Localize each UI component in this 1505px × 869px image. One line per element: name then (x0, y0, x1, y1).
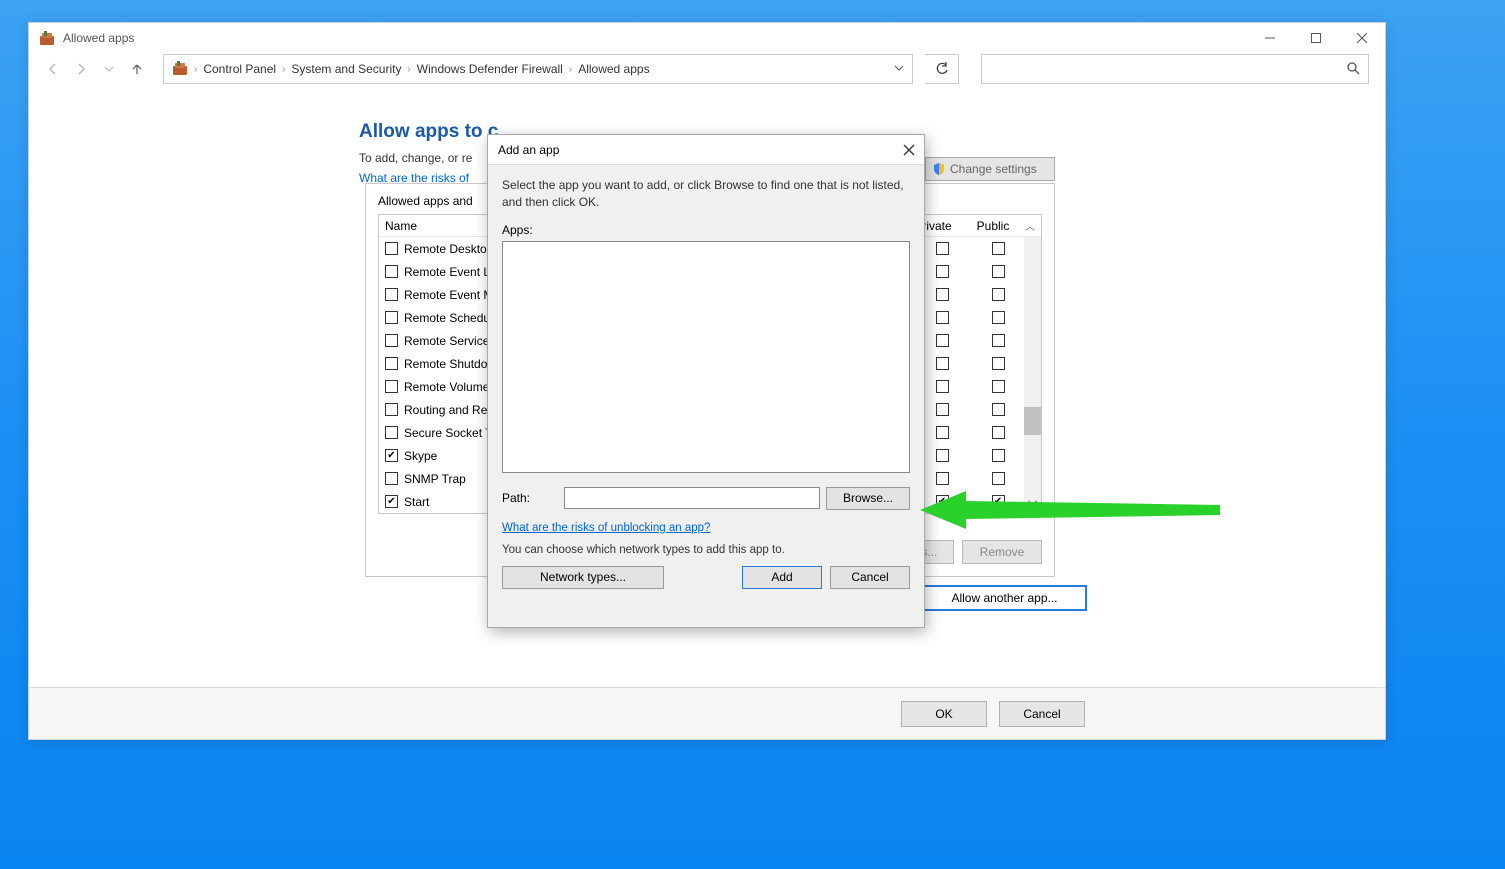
dialog-body: Select the app you want to add, or click… (488, 165, 924, 601)
dialog-cancel-button[interactable]: Cancel (830, 566, 910, 589)
row-checkbox[interactable] (385, 449, 398, 462)
column-public[interactable]: Public (965, 219, 1021, 233)
row-checkbox[interactable] (385, 380, 398, 393)
scroll-down-icon[interactable]: ﹀ (1024, 496, 1041, 513)
public-checkbox[interactable] (992, 449, 1005, 462)
private-checkbox[interactable] (936, 357, 949, 370)
dialog-button-row: Network types... Add Cancel (502, 566, 910, 589)
scroll-up-icon[interactable]: ︿ (1021, 218, 1039, 233)
scrollbar[interactable]: ﹀ (1024, 237, 1041, 513)
row-checkbox[interactable] (385, 495, 398, 508)
maximize-button[interactable] (1293, 23, 1339, 53)
private-checkbox[interactable] (936, 380, 949, 393)
private-checkbox[interactable] (936, 334, 949, 347)
forward-button[interactable] (73, 61, 89, 77)
breadcrumb-item[interactable]: Windows Defender Firewall (417, 62, 563, 76)
change-settings-label: Change settings (950, 162, 1037, 176)
chevron-right-icon: › (569, 64, 572, 75)
app-icon (39, 30, 55, 46)
shield-icon (932, 162, 946, 176)
ok-button[interactable]: OK (901, 701, 987, 727)
recent-dropdown[interactable] (101, 61, 117, 77)
minimize-button[interactable] (1247, 23, 1293, 53)
window-controls (1247, 23, 1385, 53)
apps-listbox[interactable] (502, 241, 910, 473)
private-checkbox[interactable] (936, 449, 949, 462)
network-types-button[interactable]: Network types... (502, 566, 664, 589)
private-checkbox[interactable] (936, 426, 949, 439)
address-dropdown[interactable] (894, 63, 904, 76)
path-label: Path: (502, 491, 558, 505)
bottom-button-bar: OK Cancel (29, 687, 1385, 739)
private-checkbox[interactable] (936, 472, 949, 485)
private-checkbox[interactable] (936, 265, 949, 278)
public-checkbox[interactable] (992, 334, 1005, 347)
public-checkbox[interactable] (992, 426, 1005, 439)
address-bar[interactable]: › Control Panel › System and Security › … (163, 54, 913, 84)
allow-another-app-button[interactable]: Allow another app... (922, 585, 1087, 611)
dialog-close-button[interactable] (900, 141, 918, 159)
search-icon (1346, 61, 1360, 78)
breadcrumb-item[interactable]: Control Panel (203, 62, 276, 76)
add-button[interactable]: Add (742, 566, 822, 589)
row-checkbox[interactable] (385, 242, 398, 255)
dialog-title: Add an app (498, 143, 559, 157)
scroll-thumb[interactable] (1024, 407, 1041, 435)
row-checkbox[interactable] (385, 288, 398, 301)
private-checkbox[interactable] (936, 403, 949, 416)
private-checkbox[interactable] (936, 242, 949, 255)
public-checkbox[interactable] (992, 495, 1005, 508)
breadcrumb-item[interactable]: Allowed apps (578, 62, 649, 76)
chevron-right-icon: › (194, 64, 197, 75)
public-checkbox[interactable] (992, 380, 1005, 393)
remove-button[interactable]: Remove (962, 540, 1042, 564)
private-checkbox[interactable] (936, 288, 949, 301)
dialog-instruction: Select the app you want to add, or click… (502, 177, 910, 211)
path-row: Path: Browse... (502, 487, 910, 510)
row-checkbox[interactable] (385, 265, 398, 278)
public-checkbox[interactable] (992, 311, 1005, 324)
search-box[interactable] (981, 54, 1369, 84)
back-button[interactable] (45, 61, 61, 77)
row-checkbox[interactable] (385, 426, 398, 439)
row-checkbox[interactable] (385, 311, 398, 324)
public-checkbox[interactable] (992, 242, 1005, 255)
chevron-right-icon: › (407, 64, 410, 75)
chevron-right-icon: › (282, 64, 285, 75)
title-bar: Allowed apps (29, 23, 1385, 53)
refresh-button[interactable] (925, 54, 959, 84)
navigation-bar: › Control Panel › System and Security › … (29, 53, 1385, 85)
public-checkbox[interactable] (992, 357, 1005, 370)
browse-button[interactable]: Browse... (826, 487, 910, 510)
close-button[interactable] (1339, 23, 1385, 53)
network-types-text: You can choose which network types to ad… (502, 544, 910, 556)
row-checkbox[interactable] (385, 357, 398, 370)
public-checkbox[interactable] (992, 472, 1005, 485)
row-checkbox[interactable] (385, 472, 398, 485)
change-settings-button[interactable]: Change settings (925, 157, 1055, 181)
path-input[interactable] (564, 487, 820, 509)
add-app-dialog: Add an app Select the app you want to ad… (487, 134, 925, 628)
row-checkbox[interactable] (385, 403, 398, 416)
private-checkbox[interactable] (936, 495, 949, 508)
public-checkbox[interactable] (992, 265, 1005, 278)
public-checkbox[interactable] (992, 288, 1005, 301)
private-checkbox[interactable] (936, 311, 949, 324)
window-title: Allowed apps (63, 31, 134, 45)
up-button[interactable] (129, 61, 145, 77)
dialog-title-bar: Add an app (488, 135, 924, 165)
apps-label: Apps: (502, 223, 910, 237)
address-icon (172, 60, 188, 79)
public-checkbox[interactable] (992, 403, 1005, 416)
row-checkbox[interactable] (385, 334, 398, 347)
breadcrumb-item[interactable]: System and Security (291, 62, 401, 76)
dialog-risk-link[interactable]: What are the risks of unblocking an app? (502, 522, 710, 534)
cancel-button[interactable]: Cancel (999, 701, 1085, 727)
